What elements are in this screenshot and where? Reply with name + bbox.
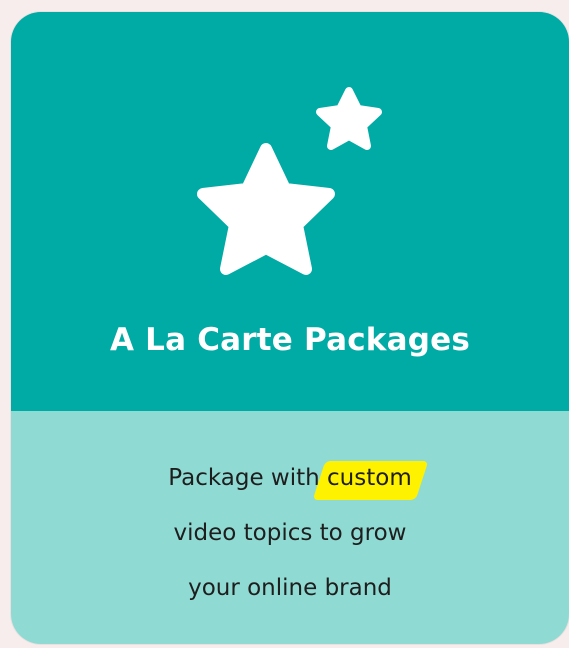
description-prefix: Package with <box>168 465 328 491</box>
card-header: A La Carte Packages <box>11 12 569 411</box>
large-star-icon <box>197 143 335 275</box>
card-title: A La Carte Packages <box>109 322 471 358</box>
highlighted-word: custom <box>327 451 412 506</box>
two-stars-icon <box>197 87 382 275</box>
small-star-icon <box>316 87 382 150</box>
package-card[interactable]: A La Carte Packages Package with custom … <box>11 12 569 644</box>
description-line-1: Package with custom <box>11 451 569 506</box>
card-body: Package with custom video topics to grow… <box>11 411 569 644</box>
description-line-2: video topics to grow <box>173 520 407 546</box>
card-description: Package with custom video topics to grow… <box>11 451 569 616</box>
description-line-3: your online brand <box>188 575 392 601</box>
